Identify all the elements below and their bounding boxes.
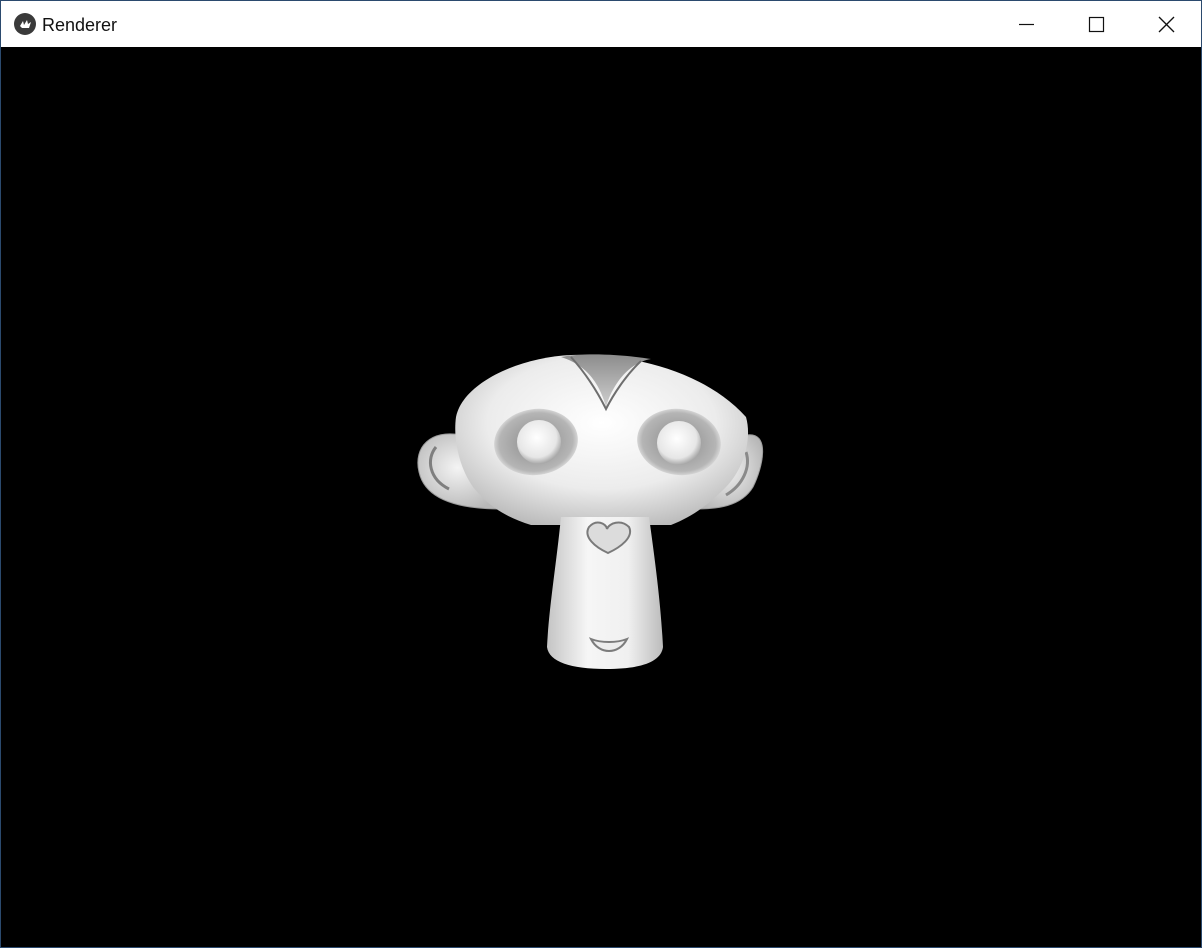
maximize-icon (1088, 16, 1105, 33)
close-button[interactable] (1143, 1, 1189, 47)
maximize-button[interactable] (1073, 1, 1119, 47)
window-title: Renderer (42, 15, 118, 35)
close-icon (1158, 16, 1175, 33)
render-viewport[interactable] (1, 47, 1201, 947)
minimize-icon (1019, 23, 1034, 26)
minimize-button[interactable] (1003, 1, 1049, 47)
title-bar[interactable]: Renderer (1, 1, 1201, 47)
renderer-window: Renderer (0, 0, 1202, 948)
monkey-head-3d-model (417, 354, 764, 669)
kivy-logo-icon (14, 13, 36, 35)
